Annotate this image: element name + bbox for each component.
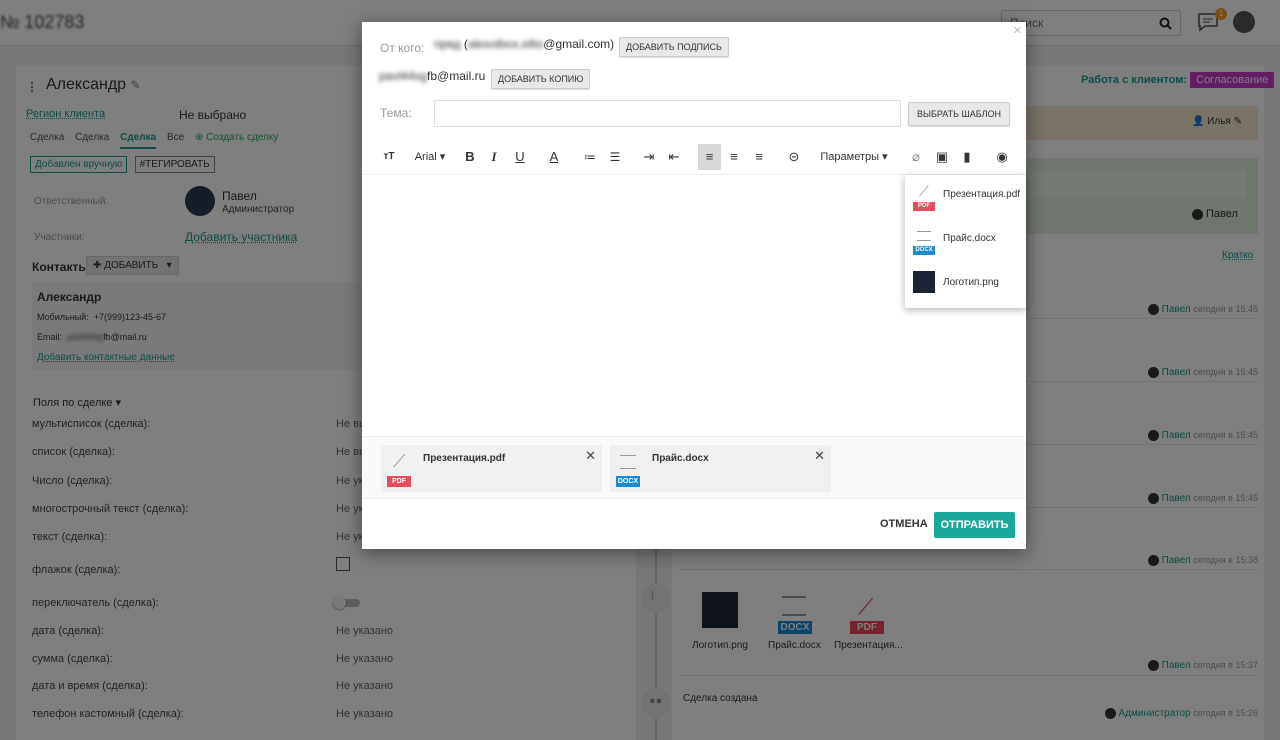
params-select[interactable]: Параметры ▾ <box>814 144 894 170</box>
send-button[interactable]: ОТПРАВИТЬ <box>934 512 1015 538</box>
indent-icon[interactable]: ⇥ <box>639 144 659 170</box>
email-compose-modal: ✕ От кого: пряд (alexolbox.ellio@gmail.c… <box>362 22 1026 549</box>
outdent-icon[interactable]: ⇤ <box>664 144 684 170</box>
image-thumbnail <box>913 271 935 293</box>
dropdown-item-label: Логотип.png <box>943 277 999 288</box>
cc-blurred: pavl44sg <box>379 69 428 83</box>
attachment-dropdown: ⟋ PDF Презентация.pdf DOCX Прайс.docx Лог… <box>905 175 1026 308</box>
pdf-tag: PDF <box>387 476 411 487</box>
attached-file-name: Прайс.docx <box>652 453 709 464</box>
remove-file-icon[interactable]: ✕ <box>585 448 596 464</box>
align-center-icon[interactable]: ≡ <box>724 144 744 170</box>
attached-file-name: Презентация.pdf <box>423 453 506 464</box>
attached-file-card[interactable]: DOCX Прайс.docx ✕ <box>610 445 831 492</box>
font-select[interactable]: Arial ▾ <box>410 144 450 170</box>
pdf-tag: PDF <box>913 202 935 211</box>
from-blurred-user: alexolbox.ellio <box>467 37 544 51</box>
cancel-button[interactable]: ОТМЕНА <box>880 518 928 530</box>
ordered-list-icon[interactable]: ≔ <box>580 144 600 170</box>
attached-files-bar: ⟋ PDF Презентация.pdf ✕ DOCX Прайс.docx ✕ <box>362 436 1026 499</box>
from-label: От кого: <box>380 41 425 55</box>
align-left-icon[interactable]: ≡ <box>698 144 721 170</box>
choose-template-label[interactable]: ВЫБРАТЬ ШАБЛОН <box>908 102 1011 126</box>
docx-tag: DOCX <box>913 246 935 255</box>
eye-icon[interactable]: ◉ <box>992 144 1012 170</box>
editor-toolbar: тТ Arial ▾ B I U A ≔ ☰ ⇥ ⇤ ≡ ≡ ≡ ⊝ Парам… <box>362 144 1026 172</box>
close-icon[interactable]: ✕ <box>1013 24 1022 37</box>
docx-file-icon: DOCX <box>913 229 939 255</box>
docx-file-icon: DOCX <box>616 453 642 487</box>
attached-file-card[interactable]: ⟋ PDF Презентация.pdf ✕ <box>381 445 602 492</box>
dropdown-item[interactable]: DOCX Прайс.docx <box>913 227 1025 255</box>
choose-template-button[interactable]: ВЫБРАТЬ ШАБЛОН <box>908 102 1011 126</box>
pdf-file-icon: ⟋ PDF <box>913 183 939 211</box>
cc-domain: fb@mail.ru <box>427 69 486 83</box>
pdf-glyph: ⟋ <box>393 451 406 471</box>
text-color-icon[interactable]: A <box>544 144 564 170</box>
docx-tag: DOCX <box>616 476 640 487</box>
from-blurred-name: пряд <box>434 37 461 51</box>
subject-label: Тема: <box>380 106 412 120</box>
add-signature-button[interactable]: ДОБАВИТЬ ПОДПИСЬ <box>619 37 729 57</box>
bold-icon[interactable]: B <box>460 144 480 170</box>
pdf-file-icon: ⟋ PDF <box>387 451 413 487</box>
cc-value: pavl44sgfb@mail.ru <box>379 69 485 83</box>
add-copy-button[interactable]: ДОБАВИТЬ КОПИЮ <box>491 69 591 89</box>
add-copy-label[interactable]: ДОБАВИТЬ КОПИЮ <box>491 69 591 89</box>
dropdown-item-label: Прайс.docx <box>943 233 996 244</box>
params-label: Параметры <box>820 151 880 163</box>
remove-file-icon[interactable]: ✕ <box>814 448 825 464</box>
align-right-icon[interactable]: ≡ <box>749 144 769 170</box>
font-name: Arial <box>414 151 437 163</box>
font-size-icon[interactable]: тТ <box>378 144 400 170</box>
dropdown-item-label: Презентация.pdf <box>943 189 1021 200</box>
add-signature-label[interactable]: ДОБАВИТЬ ПОДПИСЬ <box>619 37 729 57</box>
trash-icon[interactable]: ▮ <box>957 144 977 170</box>
from-domain: @gmail.com) <box>543 37 615 51</box>
pdf-glyph: ⟋ <box>919 183 929 199</box>
image-icon[interactable]: ▣ <box>932 144 952 170</box>
paperclip-icon[interactable]: ⌀ <box>906 144 926 170</box>
dropdown-item[interactable]: Логотип.png <box>913 271 1025 295</box>
italic-icon[interactable]: I <box>484 144 504 170</box>
link-icon[interactable]: ⊝ <box>784 144 804 170</box>
subject-input[interactable] <box>434 100 901 127</box>
underline-icon[interactable]: U <box>510 144 530 170</box>
dropdown-item[interactable]: ⟋ PDF Презентация.pdf <box>913 183 1025 211</box>
from-value: пряд (alexolbox.ellio@gmail.com) <box>434 37 615 51</box>
bullet-list-icon[interactable]: ☰ <box>605 144 625 170</box>
